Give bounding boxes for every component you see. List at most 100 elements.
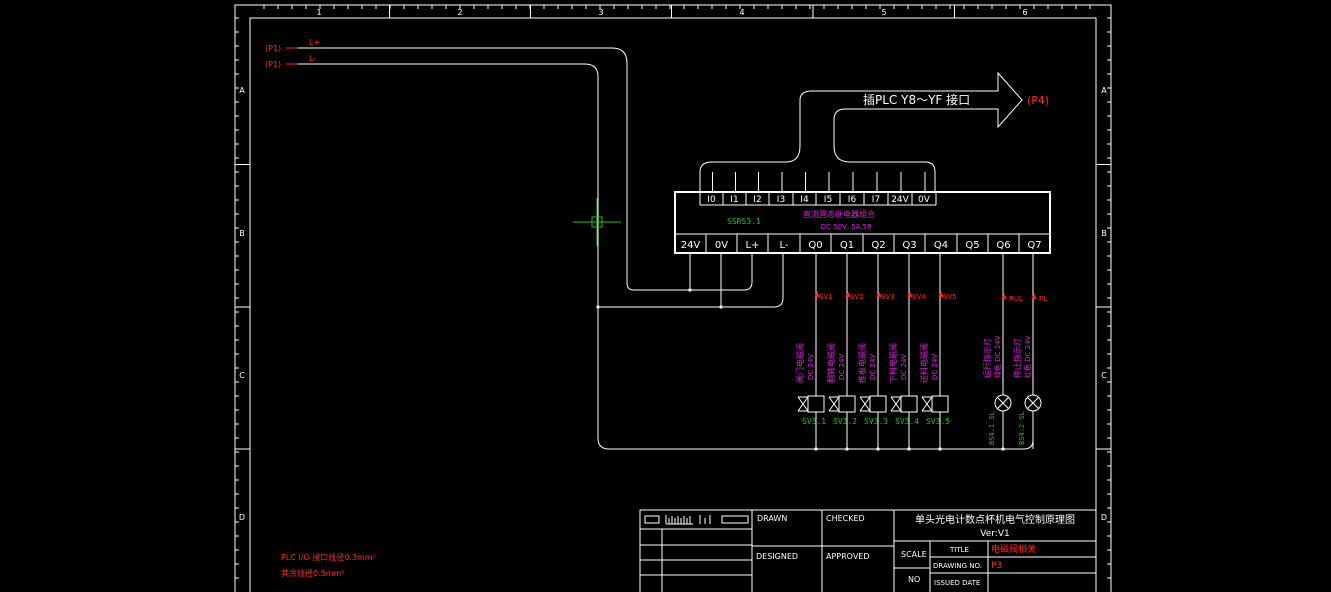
power-input-signal: L- bbox=[309, 54, 316, 63]
column-number: 4 bbox=[739, 8, 744, 17]
valve-voltage: DC 24V bbox=[838, 354, 846, 380]
valve-description: 推板电磁阀 bbox=[857, 343, 867, 383]
row-letter: D bbox=[239, 513, 245, 522]
power-input-lplus: (P1) L+ bbox=[265, 38, 320, 53]
wiring bbox=[298, 47, 1034, 450]
valve-symbol bbox=[890, 396, 902, 412]
lamp-description: 停止指示灯 bbox=[1012, 338, 1022, 378]
column-number: 1 bbox=[316, 8, 321, 17]
lamp-cross bbox=[1027, 397, 1039, 409]
valve-description: 送料电磁阀 bbox=[919, 343, 929, 383]
frame-row-letters: A A B B C C D D bbox=[235, 86, 1111, 522]
issued-date-label: ISSUED DATE bbox=[934, 579, 980, 587]
valve-symbol bbox=[797, 396, 809, 412]
input-terminal-label: I7 bbox=[872, 195, 880, 205]
valve-voltage: DC 24V bbox=[900, 354, 908, 380]
row-letter: B bbox=[239, 229, 245, 238]
valve-voltage: DC 24V bbox=[869, 354, 877, 380]
title-label: TITLE bbox=[949, 546, 969, 554]
callout-ref: (P4) bbox=[1027, 94, 1049, 107]
drawn-label: DRAWN bbox=[757, 514, 787, 523]
lamp-tag-marker: ▲ bbox=[1001, 292, 1007, 300]
row-letter: A bbox=[1101, 86, 1107, 95]
drawing-no-value: P3 bbox=[991, 561, 1002, 571]
solenoid-valves: SV1▲闸门电磁阀 DC 24VSV3.1SV2▲翻转电磁阀 DC 24VSV3.2… bbox=[795, 253, 957, 449]
note-io-wire: PLC I/O 接口线径0.3mm² bbox=[281, 552, 376, 562]
junction-dot bbox=[596, 305, 600, 309]
lamp-id: BS4.2 SL bbox=[1018, 411, 1026, 445]
note-other-wire: 其余线径0.5mm² bbox=[281, 568, 345, 578]
input-terminal-label: 0V bbox=[918, 195, 931, 205]
output-terminal-label: L- bbox=[779, 240, 788, 251]
lamp-description: 运行指示灯 bbox=[982, 338, 992, 378]
output-terminal-label: Q7 bbox=[1027, 240, 1041, 251]
valve-tag: SV2 bbox=[850, 293, 864, 301]
frame-column-numbers: 1 2 3 4 5 6 bbox=[316, 5, 1028, 18]
valve-voltage: DC 24V bbox=[931, 354, 939, 380]
column-number: 2 bbox=[457, 8, 462, 17]
title-value: 电磁阀相关 bbox=[991, 543, 1036, 555]
valve-tag-marker: ▲ bbox=[876, 290, 882, 298]
power-input-lminus: (P1) L- bbox=[265, 54, 316, 69]
lamp-tag: PL bbox=[1039, 295, 1047, 303]
ssr-module: I0 I1 I2 I3 I4 I5 I6 I7 24V 0V 24V 0V L+ L- Q0 Q1 Q2 Q3 Q… bbox=[674, 191, 1051, 254]
title-block-text: DRAWN CHECKED DESIGNED APPROVED 单头光电计数点杯… bbox=[756, 513, 1075, 587]
valve-description: 闸门电磁阀 bbox=[795, 343, 805, 383]
input-terminal-label: I5 bbox=[824, 195, 832, 205]
row-letter: A bbox=[239, 86, 245, 95]
cursor-crosshair bbox=[573, 198, 621, 246]
valve-coil bbox=[869, 395, 887, 413]
input-terminal-label: I0 bbox=[707, 195, 716, 205]
output-terminal-label: 0V bbox=[715, 240, 728, 251]
no-label: NO bbox=[908, 575, 920, 584]
valve-coil bbox=[807, 395, 825, 413]
output-terminal-label: Q3 bbox=[902, 240, 916, 251]
lamp-tag: RUL bbox=[1009, 295, 1023, 303]
callout-text: 插PLC Y8～YF 接口 bbox=[863, 92, 970, 107]
input-terminal-label: I4 bbox=[800, 195, 809, 205]
valve-id: SV3.4 bbox=[895, 417, 919, 426]
input-terminal-label: I6 bbox=[848, 195, 857, 205]
valve-tag: SV3 bbox=[881, 293, 895, 301]
indicator-lamps: RUL▲运行指示灯 绿色 DC 24VBS4.1 SLPL▲停止指示灯 红色 DC … bbox=[982, 253, 1047, 449]
input-terminal-label: I2 bbox=[753, 195, 761, 205]
bus-drop-lines bbox=[712, 172, 926, 192]
valve-symbol bbox=[859, 396, 871, 412]
valve-symbol bbox=[828, 396, 840, 412]
valve-tag-marker: ▲ bbox=[907, 290, 913, 298]
output-terminal-label: Q6 bbox=[996, 240, 1010, 251]
output-terminal-label: 24V bbox=[681, 240, 701, 251]
valve-tag-marker: ▲ bbox=[845, 290, 851, 298]
drawing-no-label: DRAWING NO. bbox=[933, 562, 982, 570]
schematic-canvas: 1 2 3 4 5 6 A A B B C C D D (P1) L+ (P1) L- 插PLC Y8～… bbox=[234, 4, 1112, 592]
checked-label: CHECKED bbox=[826, 514, 865, 523]
input-terminal-label: I3 bbox=[777, 195, 785, 205]
valve-tag-marker: ▲ bbox=[938, 290, 944, 298]
input-terminal-label: 24V bbox=[891, 195, 909, 205]
row-letter: B bbox=[1101, 229, 1107, 238]
valve-id: SV3.2 bbox=[833, 417, 857, 426]
valve-coil bbox=[900, 395, 918, 413]
output-terminal-label: Q2 bbox=[871, 240, 885, 251]
output-terminal-label: L+ bbox=[746, 240, 760, 251]
lamp-tag-marker: ▲ bbox=[1031, 292, 1037, 300]
valve-tag: SV4 bbox=[912, 293, 926, 301]
output-terminal-label: Q5 bbox=[965, 240, 979, 251]
module-output-terminals: 24V 0V L+ L- Q0 Q1 Q2 Q3 Q4 Q5 Q6 Q7 bbox=[681, 234, 1042, 253]
valve-coil bbox=[931, 395, 949, 413]
output-terminal-label: Q0 bbox=[808, 240, 822, 251]
output-terminal-label: Q4 bbox=[934, 240, 948, 251]
column-number: 6 bbox=[1022, 8, 1027, 17]
lamp-voltage: 红色 DC 24V bbox=[1023, 335, 1032, 378]
valve-tag: SV5 bbox=[943, 293, 957, 301]
input-terminal-label: I1 bbox=[730, 195, 738, 205]
power-input-ref: (P1) bbox=[265, 60, 281, 69]
valve-symbol bbox=[921, 396, 933, 412]
module-spec: DC 50V, 5A.5P bbox=[821, 223, 872, 231]
approved-label: APPROVED bbox=[826, 552, 870, 561]
drawing-frame bbox=[234, 4, 1112, 592]
power-input-signal: L+ bbox=[309, 38, 320, 47]
valve-description: 翻转电磁阀 bbox=[826, 343, 836, 383]
lamp-cross bbox=[997, 397, 1009, 409]
solenoid-valve: SV5▲ 送料电磁阀 DC 24V SV3.5 bbox=[919, 253, 957, 449]
